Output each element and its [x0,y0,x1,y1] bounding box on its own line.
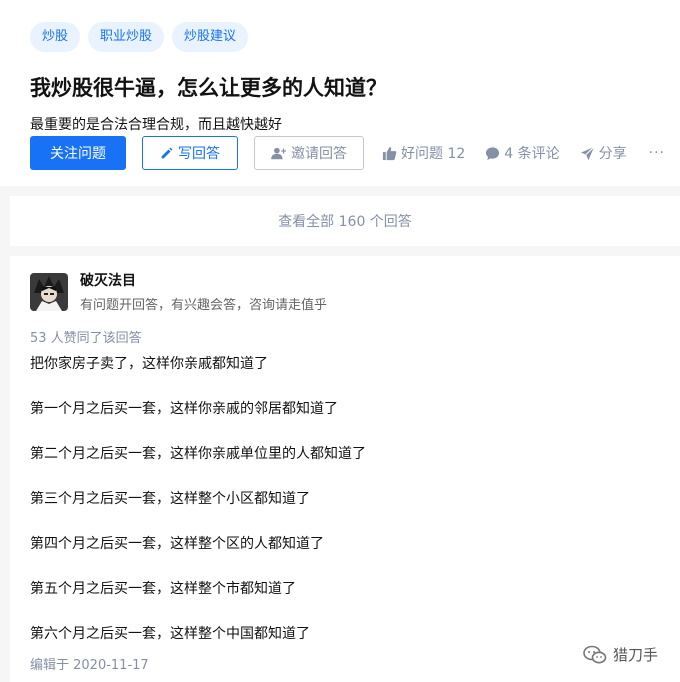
write-answer-button[interactable]: 写回答 [142,136,238,170]
author-bio: 有问题开回答，有兴趣会答，咨询请走值乎 [80,298,328,313]
answer-paragraph: 第一个月之后买一套，这样你亲戚的邻居都知道了 [30,401,338,417]
avatar[interactable] [30,272,68,311]
view-all-answers[interactable]: 查看全部 160 个回答 [10,196,680,246]
question-actions: 关注问题 写回答 邀请回答 好问题 12 4 条评论 分享 ··· [30,136,665,170]
topic-tag[interactable]: 炒股建议 [172,22,249,52]
comments-label: 4 条评论 [504,146,560,162]
author-name[interactable]: 破灭法目 [80,270,327,290]
topic-tag[interactable]: 职业炒股 [88,22,165,52]
answer-author: 破灭法目 有问题开回答，有兴趣会答，咨询请走值乎 [30,270,680,313]
wechat-icon [583,645,607,663]
question-header: 炒股 职业炒股 炒股建议 我炒股很牛逼，怎么让更多的人知道？ 最重要的是合法合理… [0,0,680,186]
topic-tag[interactable]: 炒股 [30,22,81,52]
pencil-icon [161,147,173,158]
add-user-icon [271,147,286,159]
answer-paragraph: 第二个月之后买一套，这样你亲戚单位里的人都知道了 [30,446,366,462]
write-answer-label: 写回答 [178,146,220,162]
watermark: 猎刀手 [583,644,658,665]
answer-paragraph: 第四个月之后买一套，这样整个区的人都知道了 [30,536,324,552]
topic-list: 炒股 职业炒股 炒股建议 [30,22,680,52]
author-info: 破灭法目 有问题开回答，有兴趣会答，咨询请走值乎 [80,270,327,313]
invite-answer-label: 邀请回答 [291,146,347,162]
answer-paragraph: 第六个月之后买一套，这样整个中国都知道了 [30,626,310,642]
comment-icon [486,146,500,160]
answer-paragraph: 把你家房子卖了，这样你亲戚都知道了 [30,356,268,372]
invite-answer-button[interactable]: 邀请回答 [254,136,364,170]
follow-question-button[interactable]: 关注问题 [30,136,126,170]
share-button[interactable]: 分享 [580,143,627,163]
more-icon: ··· [648,145,665,161]
share-icon [580,146,595,160]
question-detail: 最重要的是合法合理合规，而且越快越好 [30,117,282,133]
good-question-button[interactable]: 好问题 12 [382,143,465,163]
question-title[interactable]: 我炒股很牛逼，怎么让更多的人知道？ [30,72,680,102]
vote-count: 53 人赞同了该回答 [30,331,142,346]
more-button[interactable]: ··· [649,145,665,161]
thumbs-up-icon [382,146,397,160]
answer-paragraph: 第三个月之后买一套，这样整个小区都知道了 [30,491,310,507]
answer-card: 破灭法目 有问题开回答，有兴趣会答，咨询请走值乎 53 人赞同了该回答 把你家房… [10,256,680,682]
comments-button[interactable]: 4 条评论 [485,143,560,163]
good-question-label: 好问题 12 [401,146,466,162]
follow-question-label: 关注问题 [50,146,106,162]
share-label: 分享 [598,146,627,162]
answer-paragraph: 第五个月之后买一套，这样整个市都知道了 [30,581,296,597]
watermark-label: 猎刀手 [612,646,658,664]
view-all-answers-label: 查看全部 160 个回答 [278,214,412,230]
